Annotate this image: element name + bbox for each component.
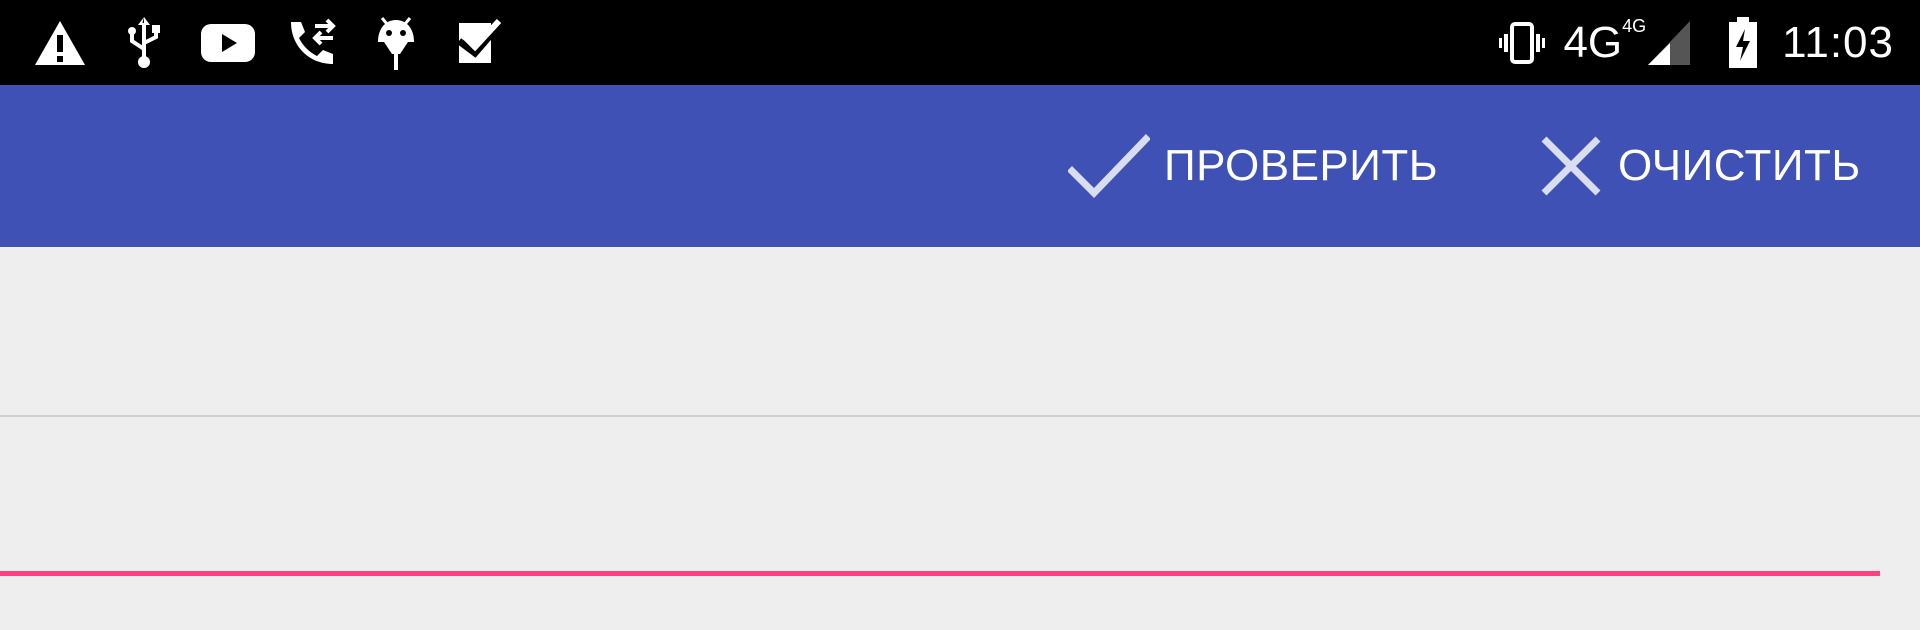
- call-forward-icon: [282, 13, 342, 73]
- input-underline: [0, 571, 1880, 576]
- check-button[interactable]: ПРОВЕРИТЬ: [1068, 85, 1438, 247]
- warning-icon: [30, 13, 90, 73]
- usb-icon: [114, 13, 174, 73]
- content-area: [0, 247, 1920, 630]
- clear-button-label: ОЧИСТИТЬ: [1618, 141, 1861, 190]
- answer-input[interactable]: [0, 422, 1880, 532]
- youtube-icon: [198, 13, 258, 73]
- status-time: 11:03: [1782, 17, 1894, 67]
- clear-button[interactable]: ОЧИСТИТЬ: [1538, 85, 1861, 247]
- status-bar: 4G4G 11:03: [0, 0, 1920, 85]
- android-debug-icon: [366, 13, 426, 73]
- app-toolbar: ПРОВЕРИТЬ ОЧИСТИТЬ: [0, 85, 1920, 247]
- system-status: 4G4G 11:03: [1481, 0, 1894, 85]
- network-type-superscript: 4G: [1622, 15, 1647, 36]
- checkbox-notification-icon: [450, 13, 510, 73]
- signal-icon: [1648, 20, 1691, 65]
- network-type: 4G4G: [1563, 15, 1647, 67]
- vibrate-icon: [1499, 20, 1546, 66]
- battery-charging-icon: [1728, 16, 1758, 69]
- close-icon: [1538, 133, 1604, 199]
- check-button-label: ПРОВЕРИТЬ: [1164, 141, 1439, 190]
- check-icon: [1068, 133, 1150, 199]
- notification-icons: [30, 0, 534, 85]
- divider: [0, 415, 1920, 417]
